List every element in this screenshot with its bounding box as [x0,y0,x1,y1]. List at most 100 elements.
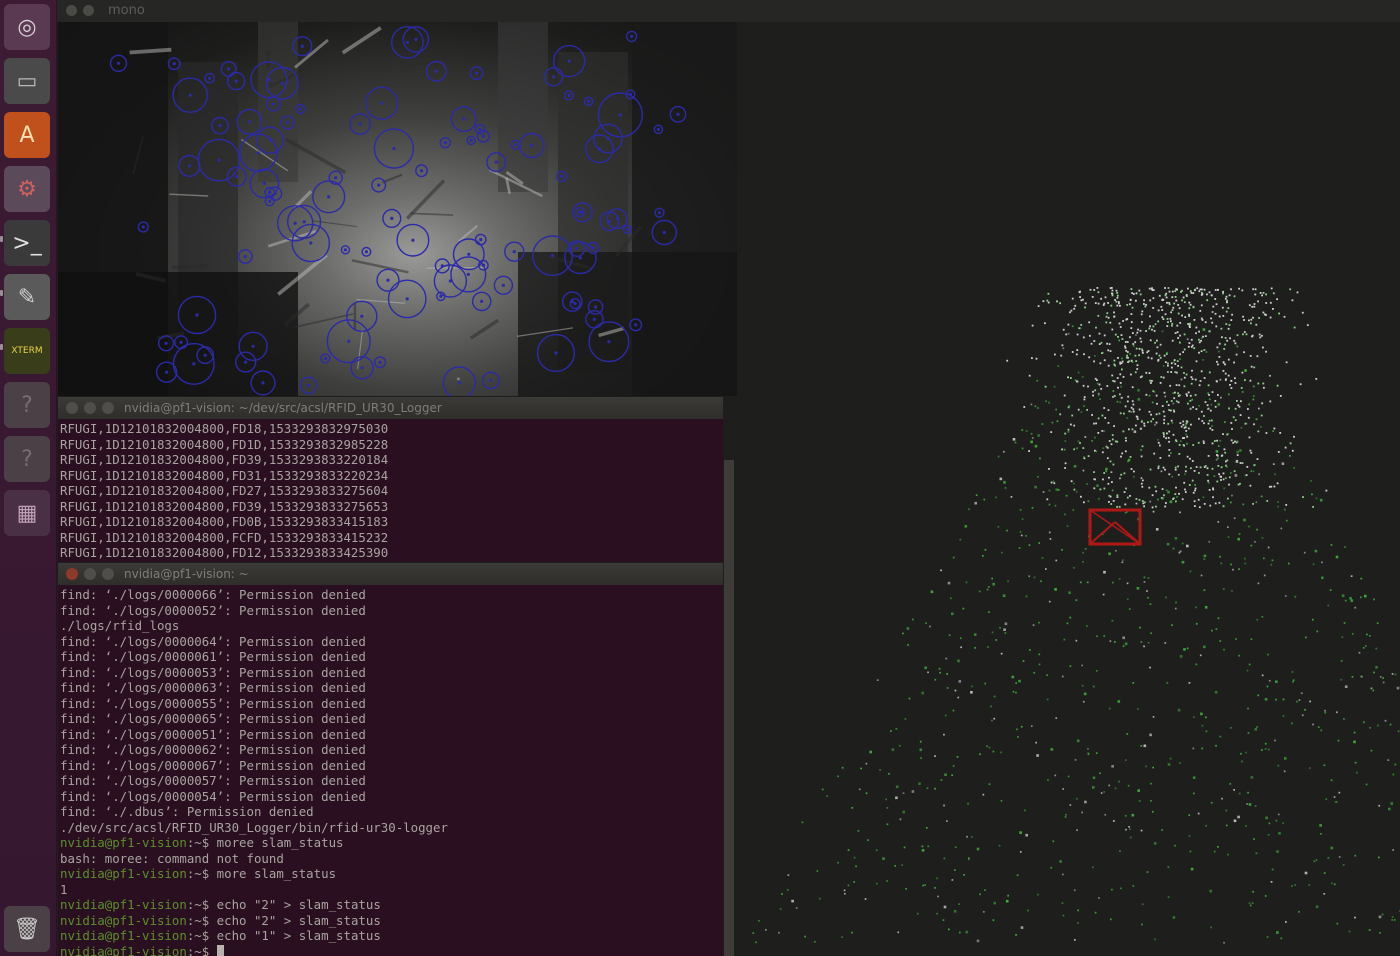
map-point [1194,487,1197,490]
map-point [1240,426,1243,429]
map-point [1148,486,1151,489]
window-minimize-button[interactable] [83,5,94,16]
map-point [853,881,855,883]
map-point [1145,303,1147,306]
map-point [897,931,900,934]
trash-icon[interactable]: 🗑 [4,906,50,952]
map-point [1220,396,1222,399]
close-button[interactable] [66,402,78,414]
map-point [1278,312,1280,315]
map-point [1048,468,1050,470]
map-point [875,849,878,852]
map-point [1194,505,1196,507]
map-point [1111,888,1113,891]
shell-terminal-output[interactable]: find: ‘./logs/0000066’: Permission denie… [60,587,723,956]
text-editor-icon[interactable]: ✎ [4,274,50,320]
unknown-app-icon[interactable]: ? [4,382,50,428]
map-point [945,657,948,660]
map-point [1137,789,1140,792]
map-point [1231,494,1233,497]
map-point [1168,449,1171,451]
map-point [1020,926,1024,929]
map-point [1177,401,1180,404]
map-point [1107,409,1110,411]
map-point [1184,488,1186,491]
map-point [1157,467,1160,470]
map-point [904,718,907,720]
map-point [1093,487,1096,490]
map-point [1305,636,1307,639]
software-center-icon[interactable]: A [4,112,50,158]
map-point [1163,391,1166,394]
system-settings-icon[interactable]: ⚙ [4,166,50,212]
map-point [1137,398,1141,401]
map-point [1291,449,1294,452]
map-point [1230,380,1233,382]
minimize-button[interactable] [84,568,96,580]
maximize-button[interactable] [102,402,114,414]
close-button[interactable] [66,568,78,580]
map-point [1280,527,1283,530]
unknown-app-icon-2[interactable]: ? [4,436,50,482]
map-point [1378,915,1382,919]
map-point [1062,914,1065,917]
shell-terminal-scrollbar[interactable] [724,460,734,956]
map-point [1222,472,1225,475]
map-point [1204,401,1207,403]
workspace-switcher-icon[interactable]: ▦ [4,490,50,536]
map-point [1224,363,1226,366]
map-point [1166,432,1168,435]
shell-terminal-titlebar[interactable]: nvidia@pf1-vision: ~ [58,563,723,585]
map-point [954,689,957,692]
feature-keypoint-center [501,283,505,287]
map-point [1302,496,1304,498]
logger-terminal-window[interactable]: nvidia@pf1-vision: ~/dev/src/acsl/RFID_U… [58,397,723,562]
map-point [1250,322,1252,325]
map-point [1140,745,1143,747]
file-manager-icon[interactable]: ▭ [4,58,50,104]
map-point [1129,495,1131,497]
map-viewer[interactable] [737,22,1400,956]
dash-home-icon[interactable]: ◎ [4,4,50,50]
map-point [1315,497,1318,500]
xterm-icon[interactable]: XTERM [4,328,50,374]
scene-edge [351,259,409,274]
map-point [1153,452,1156,455]
map-point [1191,460,1194,462]
window-close-button[interactable] [66,5,77,16]
logger-terminal-output[interactable]: RFUGI,1D12101832004800,FD18,153329383297… [60,421,723,562]
terminal-icon[interactable]: >_ [4,220,50,266]
minimize-button[interactable] [84,402,96,414]
map-point [950,597,952,600]
map-point [1299,383,1302,386]
map-point [1333,796,1336,798]
map-point [1002,594,1006,597]
map-point [1226,466,1228,468]
map-point [1216,439,1218,442]
map-point [1186,420,1189,423]
terminal-line: find: ‘./logs/0000066’: Permission denie… [60,587,723,603]
maximize-button[interactable] [102,568,114,580]
map-point [1036,379,1039,382]
map-point [1265,432,1268,434]
map-point [1101,451,1104,454]
map-point [1329,589,1332,591]
map-point [1180,425,1183,428]
map-point [1131,813,1135,817]
shell-prompt: nvidia@pf1-vision [60,912,187,928]
map-point [1111,289,1114,292]
scene-edge [405,179,446,220]
map-point [1003,628,1006,631]
map-point [1034,444,1038,448]
map-point [1124,405,1127,408]
map-point [1140,829,1143,832]
map-point [1145,371,1148,374]
map-point [1188,835,1191,837]
map-point [963,874,965,876]
map-point [886,823,889,826]
map-point [1139,626,1141,629]
logger-terminal-titlebar[interactable]: nvidia@pf1-vision: ~/dev/src/acsl/RFID_U… [58,397,723,419]
map-point [1289,442,1292,445]
shell-terminal-window[interactable]: nvidia@pf1-vision: ~ find: ‘./logs/00000… [58,563,723,956]
map-point [1301,311,1304,314]
